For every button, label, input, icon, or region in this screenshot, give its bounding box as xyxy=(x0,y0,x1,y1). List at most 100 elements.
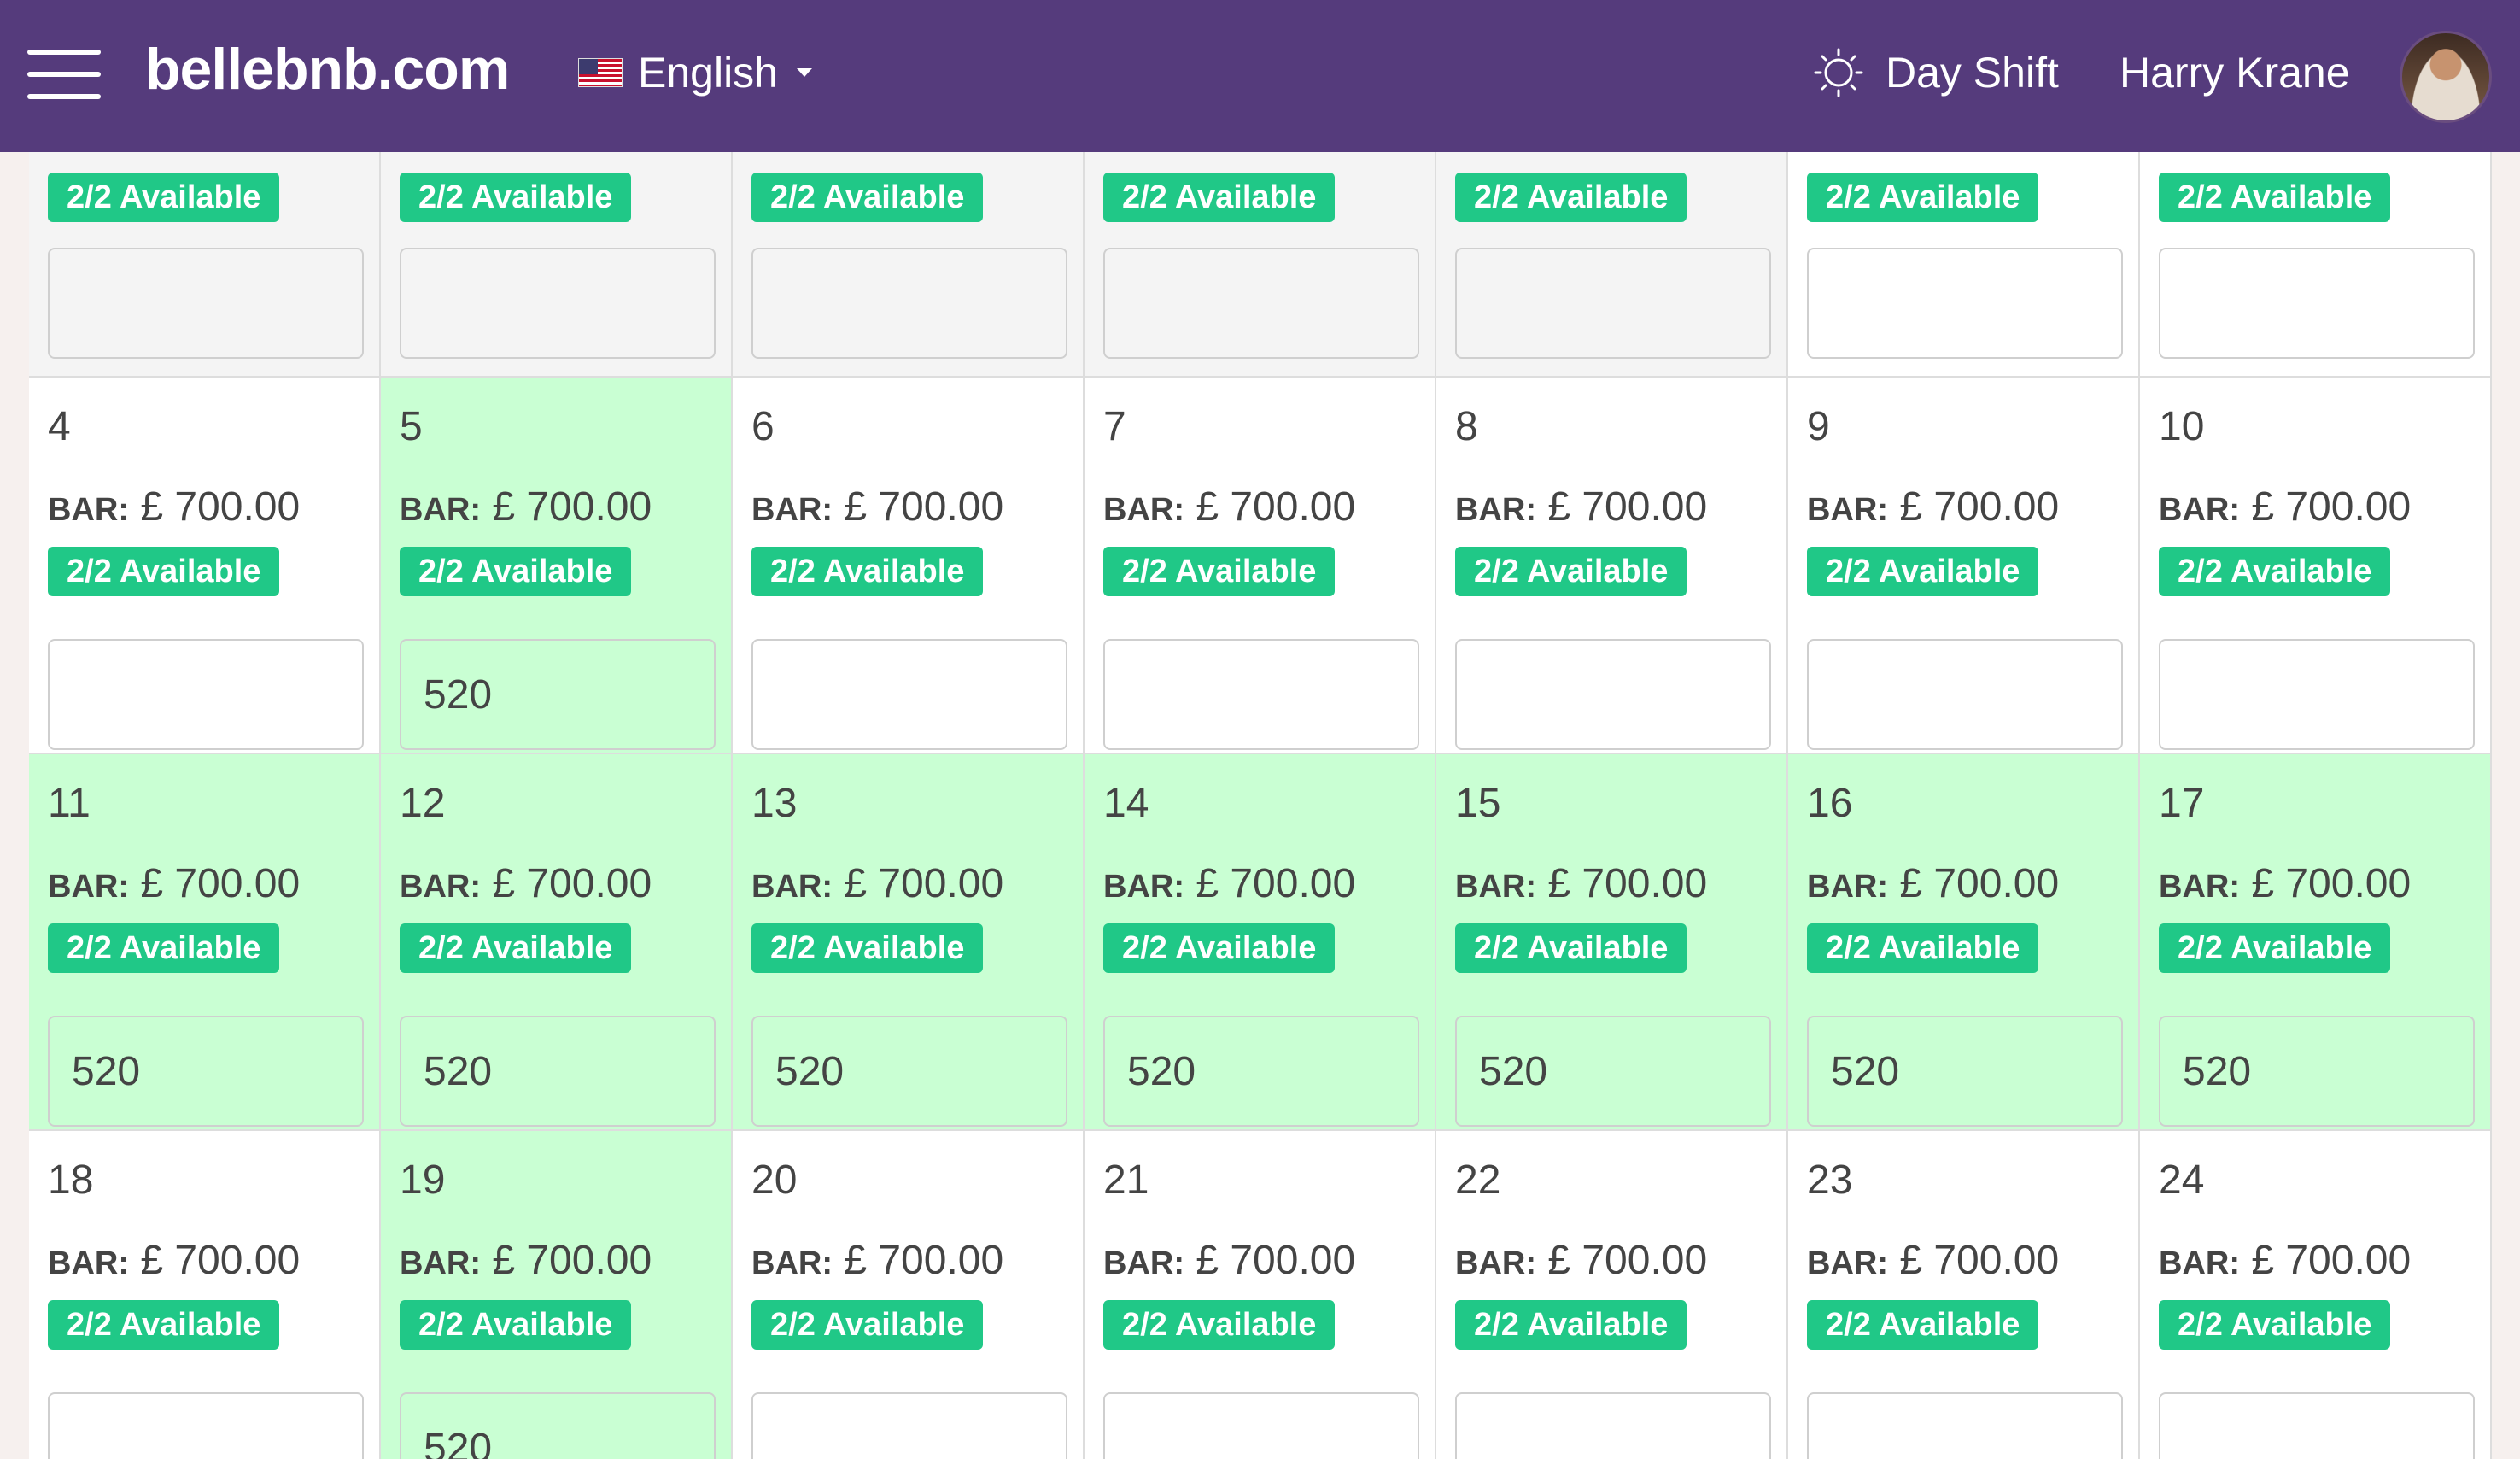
rate-input[interactable]: 520 xyxy=(1807,1016,2123,1127)
availability-badge: 2/2 Available xyxy=(1455,173,1687,222)
bar-price-label: BAR: xyxy=(1103,869,1184,905)
shift-toggle[interactable]: Day Shift xyxy=(1814,43,2059,103)
day-number: 20 xyxy=(751,1157,798,1203)
rate-input[interactable]: 520 xyxy=(2159,1016,2475,1127)
availability-badge: 2/2 Available xyxy=(48,1300,280,1350)
rate-input[interactable] xyxy=(1103,639,1419,750)
rate-input[interactable]: 520 xyxy=(400,639,716,750)
rate-input[interactable]: 520 xyxy=(400,1016,716,1127)
bar-price-value: £ 700.00 xyxy=(1196,861,1356,906)
rate-input[interactable] xyxy=(2159,639,2475,750)
availability-badge: 2/2 Available xyxy=(1103,923,1336,973)
user-avatar[interactable] xyxy=(2400,31,2492,123)
calendar-day-cell[interactable]: 14 BAR: £ 700.00 2/2 Available 520 xyxy=(1085,754,1436,1131)
bar-price-value: £ 700.00 xyxy=(140,484,301,530)
rate-input[interactable] xyxy=(2159,248,2475,359)
rate-input[interactable] xyxy=(1103,1392,1419,1459)
calendar-day-cell[interactable]: 23 BAR: £ 700.00 2/2 Available xyxy=(1788,1131,2140,1459)
bar-price: BAR: £ 700.00 xyxy=(1807,1237,2059,1284)
calendar-day-cell[interactable]: 2/2 Available xyxy=(2140,152,2492,378)
rate-input[interactable] xyxy=(1103,248,1419,359)
rate-input[interactable]: 520 xyxy=(1455,1016,1771,1127)
rate-input[interactable] xyxy=(1807,639,2123,750)
calendar-day-cell[interactable]: 21 BAR: £ 700.00 2/2 Available xyxy=(1085,1131,1436,1459)
bar-price: BAR: £ 700.00 xyxy=(48,483,300,530)
rate-input[interactable] xyxy=(48,639,364,750)
calendar-day-cell[interactable]: 7 BAR: £ 700.00 2/2 Available xyxy=(1085,378,1436,754)
bar-price: BAR: £ 700.00 xyxy=(1455,860,1707,907)
calendar-day-cell[interactable]: 17 BAR: £ 700.00 2/2 Available 520 xyxy=(2140,754,2492,1131)
rate-input[interactable] xyxy=(400,248,716,359)
menu-icon[interactable] xyxy=(27,50,101,99)
bar-price-value: £ 700.00 xyxy=(844,1238,1004,1283)
calendar-day-cell[interactable]: 20 BAR: £ 700.00 2/2 Available xyxy=(733,1131,1085,1459)
calendar-day-cell[interactable]: 2/2 Available xyxy=(29,152,381,378)
day-number: 7 xyxy=(1103,404,1126,449)
rate-input[interactable]: 520 xyxy=(48,1016,364,1127)
calendar-day-cell[interactable]: 4 BAR: £ 700.00 2/2 Available xyxy=(29,378,381,754)
rate-input[interactable] xyxy=(751,1392,1067,1459)
calendar-day-cell[interactable]: 2/2 Available xyxy=(1788,152,2140,378)
calendar-day-cell[interactable]: 2/2 Available xyxy=(1085,152,1436,378)
calendar-day-cell[interactable]: 13 BAR: £ 700.00 2/2 Available 520 xyxy=(733,754,1085,1131)
availability-badge: 2/2 Available xyxy=(2159,173,2391,222)
calendar-day-cell[interactable]: 18 BAR: £ 700.00 2/2 Available xyxy=(29,1131,381,1459)
bar-price: BAR: £ 700.00 xyxy=(751,860,1003,907)
availability-badge: 2/2 Available xyxy=(1103,173,1336,222)
rate-input[interactable] xyxy=(2159,1392,2475,1459)
calendar-day-cell[interactable]: 11 BAR: £ 700.00 2/2 Available 520 xyxy=(29,754,381,1131)
calendar-day-cell[interactable]: 8 BAR: £ 700.00 2/2 Available xyxy=(1436,378,1788,754)
rate-input[interactable] xyxy=(48,248,364,359)
brand-logo[interactable]: bellebnb.com xyxy=(145,36,510,103)
day-number: 9 xyxy=(1807,404,1830,449)
bar-price: BAR: £ 700.00 xyxy=(1103,1237,1355,1284)
availability-badge: 2/2 Available xyxy=(751,1300,984,1350)
calendar-day-cell[interactable]: 16 BAR: £ 700.00 2/2 Available 520 xyxy=(1788,754,2140,1131)
calendar-day-cell[interactable]: 24 BAR: £ 700.00 2/2 Available xyxy=(2140,1131,2492,1459)
rate-input[interactable] xyxy=(751,248,1067,359)
bar-price-label: BAR: xyxy=(1455,869,1536,905)
bar-price-label: BAR: xyxy=(751,492,833,528)
bar-price: BAR: £ 700.00 xyxy=(400,1237,652,1284)
calendar-day-cell[interactable]: 19 BAR: £ 700.00 2/2 Available 520 xyxy=(381,1131,733,1459)
shift-label: Day Shift xyxy=(1886,49,2059,97)
bar-price: BAR: £ 700.00 xyxy=(1455,483,1707,530)
calendar-day-cell[interactable]: 5 BAR: £ 700.00 2/2 Available 520 xyxy=(381,378,733,754)
calendar-day-cell[interactable]: 22 BAR: £ 700.00 2/2 Available xyxy=(1436,1131,1788,1459)
bar-price-label: BAR: xyxy=(1103,1245,1184,1281)
calendar-day-cell[interactable]: 15 BAR: £ 700.00 2/2 Available 520 xyxy=(1436,754,1788,1131)
bar-price-label: BAR: xyxy=(48,1245,129,1281)
calendar-day-cell[interactable]: 9 BAR: £ 700.00 2/2 Available xyxy=(1788,378,2140,754)
rate-input[interactable]: 520 xyxy=(400,1392,716,1459)
rate-input[interactable] xyxy=(48,1392,364,1459)
rate-input[interactable] xyxy=(1455,248,1771,359)
availability-badge: 2/2 Available xyxy=(1455,1300,1687,1350)
sun-icon xyxy=(1814,48,1863,97)
bar-price-label: BAR: xyxy=(400,492,481,528)
rate-input[interactable]: 520 xyxy=(751,1016,1067,1127)
rate-input[interactable] xyxy=(1455,639,1771,750)
rate-input[interactable] xyxy=(1807,248,2123,359)
availability-badge: 2/2 Available xyxy=(2159,547,2391,596)
bar-price-value: £ 700.00 xyxy=(1547,861,1708,906)
calendar-day-cell[interactable]: 12 BAR: £ 700.00 2/2 Available 520 xyxy=(381,754,733,1131)
calendar-day-cell[interactable]: 2/2 Available xyxy=(381,152,733,378)
bar-price: BAR: £ 700.00 xyxy=(2159,860,2411,907)
calendar-day-cell[interactable]: 2/2 Available xyxy=(733,152,1085,378)
rate-input[interactable] xyxy=(751,639,1067,750)
bar-price: BAR: £ 700.00 xyxy=(400,483,652,530)
rate-input[interactable] xyxy=(1807,1392,2123,1459)
user-name[interactable]: Harry Krane xyxy=(2119,43,2350,103)
language-selector[interactable]: English xyxy=(578,43,812,103)
bar-price-value: £ 700.00 xyxy=(844,861,1004,906)
rate-input[interactable]: 520 xyxy=(1103,1016,1419,1127)
bar-price: BAR: £ 700.00 xyxy=(751,1237,1003,1284)
bar-price: BAR: £ 700.00 xyxy=(1807,860,2059,907)
calendar-day-cell[interactable]: 10 BAR: £ 700.00 2/2 Available xyxy=(2140,378,2492,754)
bar-price-label: BAR: xyxy=(1103,492,1184,528)
rate-input[interactable] xyxy=(1455,1392,1771,1459)
calendar-day-cell[interactable]: 2/2 Available xyxy=(1436,152,1788,378)
calendar-day-cell[interactable]: 6 BAR: £ 700.00 2/2 Available xyxy=(733,378,1085,754)
day-number: 5 xyxy=(400,404,423,449)
day-number: 21 xyxy=(1103,1157,1149,1203)
